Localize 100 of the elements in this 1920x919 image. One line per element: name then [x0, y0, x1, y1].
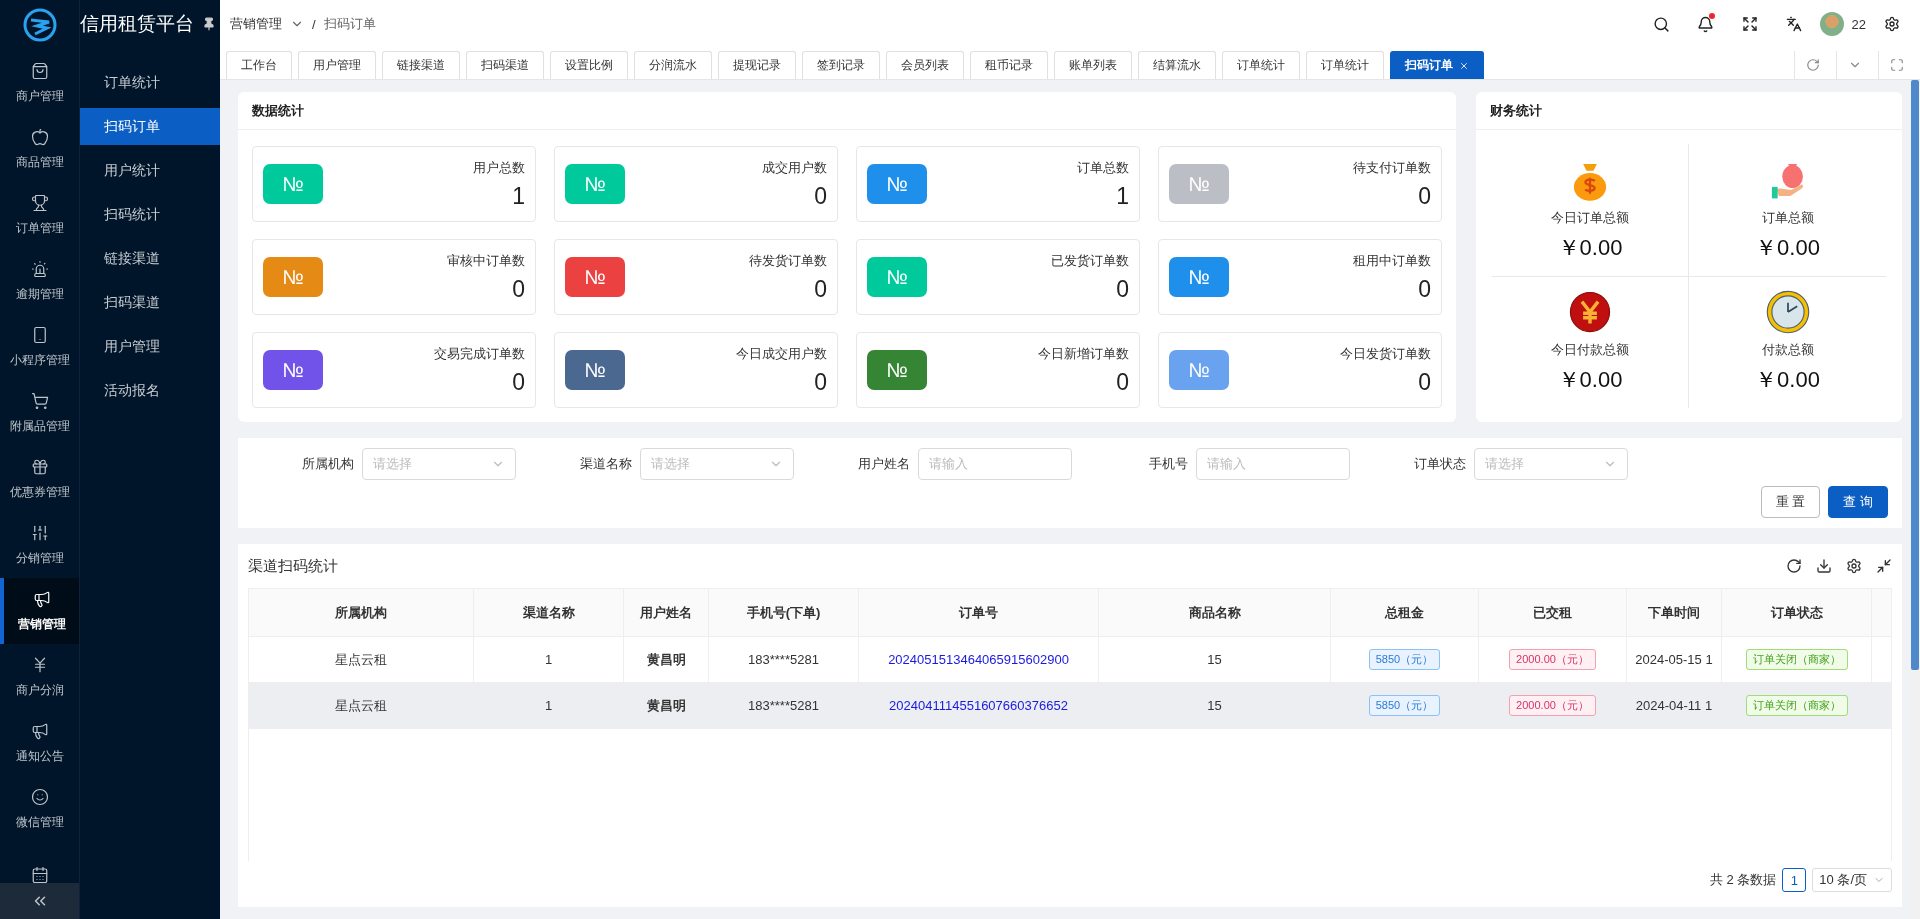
column-header: 总租金 [1331, 589, 1479, 636]
tab[interactable]: 会员列表 [886, 51, 964, 79]
table-row[interactable]: 星点云租 1 黄昌明 183****5281 2024051513464065915602900 15 5850（元） 2000.00（元） 2024-05-15 1 订单关闭（商家） [249, 637, 1891, 683]
tab[interactable]: 租币记录 [970, 51, 1048, 79]
nav-label: 营销管理 [17, 615, 66, 633]
fullscreen-icon[interactable] [1741, 16, 1758, 32]
nav-label: 微信管理 [15, 813, 64, 831]
nav-label: 分销管理 [15, 549, 64, 567]
submenu-item[interactable]: 用户统计 [80, 152, 220, 189]
submenu-item[interactable]: 用户管理 [80, 328, 220, 365]
nav-label: 订单管理 [15, 219, 64, 237]
table-cell: 2024-05-15 1 [1635, 652, 1713, 667]
nav-item[interactable]: 分销管理 [0, 512, 79, 578]
stat-value: 0 [1116, 275, 1129, 303]
submenu-item[interactable]: 扫码订单 [80, 108, 220, 145]
table-cell: 黄昌明 [646, 696, 686, 715]
menu-icon [30, 127, 49, 146]
tab[interactable]: 订单统计 [1306, 51, 1384, 79]
table-cell: 15 [1207, 652, 1222, 667]
maximize-icon[interactable] [1889, 58, 1904, 72]
fullscreen-icon[interactable] [1876, 558, 1892, 574]
pin-icon[interactable] [202, 17, 216, 31]
nav-label: 商户分润 [15, 681, 64, 699]
page-button[interactable]: 1 [1782, 868, 1807, 892]
stat-value: 0 [1116, 368, 1129, 396]
menu-icon [30, 61, 49, 80]
tab[interactable]: 扫码渠道 [466, 51, 544, 79]
submenu-item[interactable]: 订单统计 [80, 64, 220, 101]
filter-label: 用户姓名 [858, 455, 910, 473]
nav-label: 小程序管理 [9, 351, 70, 369]
search-button[interactable]: 查 询 [1828, 486, 1888, 518]
bell-icon[interactable] [1697, 15, 1715, 33]
status-tag: 2000.00（元） [1509, 695, 1596, 716]
tab[interactable]: 结算流水 [1138, 51, 1216, 79]
nav-item[interactable]: 附属品管理 [0, 380, 79, 446]
menu-icon [30, 787, 49, 806]
logo-icon [22, 8, 57, 42]
tab[interactable]: 订单统计 [1222, 51, 1300, 79]
breadcrumb-item[interactable]: 扫码订单 [323, 15, 376, 33]
stat-badge: № [263, 164, 323, 204]
settings-icon[interactable] [1884, 16, 1900, 32]
translate-icon[interactable] [1785, 16, 1802, 32]
status-tag: 5850（元） [1368, 695, 1441, 716]
table-row[interactable]: 星点云租 1 黄昌明 183****5281 2024041114551607660376652 15 5850（元） 2000.00（元） 2024-04-11 1 订单关闭（商家） [249, 683, 1891, 729]
stat-label: 今日新增订单数 [1038, 344, 1129, 363]
settings-icon[interactable] [1846, 558, 1862, 574]
menu-icon [30, 457, 49, 476]
stat-value: 0 [1418, 182, 1431, 210]
breadcrumb-separator: / [312, 16, 316, 32]
table-cell: 黄昌明 [646, 650, 686, 669]
table-cell: 星点云租 [335, 650, 387, 669]
nav-item[interactable]: 微信管理 [0, 776, 79, 842]
order-link[interactable]: 2024041114551607660376652 [889, 698, 1068, 713]
scrollbar-thumb[interactable] [1911, 80, 1919, 670]
nav-item[interactable]: 营销管理 [0, 578, 79, 644]
nav-item[interactable]: 订单管理 [0, 182, 79, 248]
table-cell: 15 [1207, 698, 1222, 713]
nav-item[interactable]: 商户分润 [0, 644, 79, 710]
submenu-item[interactable]: 扫码渠道 [80, 284, 220, 321]
tab[interactable]: 分润流水 [634, 51, 712, 79]
order-link[interactable]: 2024051513464065915602900 [888, 652, 1069, 667]
filter-label: 所属机构 [302, 455, 354, 473]
submenu-item[interactable]: 扫码统计 [80, 196, 220, 233]
stat-value: 0 [814, 182, 827, 210]
nav-item[interactable]: 通知公告 [0, 710, 79, 776]
density-icon[interactable] [1816, 558, 1832, 574]
total-count: 共 2 条数据 [1709, 871, 1777, 889]
nav-item[interactable]: 逾期管理 [0, 248, 79, 314]
stat-label: 待发货订单数 [749, 251, 827, 270]
refresh-icon[interactable] [1786, 558, 1802, 574]
table-title: 渠道扫码统计 [248, 556, 339, 576]
tab[interactable]: 账单列表 [1054, 51, 1132, 79]
nav-label: 商品管理 [15, 153, 64, 171]
nav-item[interactable]: 小程序管理 [0, 314, 79, 380]
page-size-select[interactable]: 10 条/页 [1812, 868, 1892, 892]
tab[interactable]: 扫码订单 [1390, 51, 1484, 79]
stat-label: 用户总数 [473, 158, 525, 177]
nav-item[interactable]: 优惠券管理 [0, 446, 79, 512]
stat-badge: № [867, 350, 927, 390]
stat-badge: № [565, 164, 625, 204]
stat-badge: № [1169, 257, 1229, 297]
tab[interactable]: 提现记录 [718, 51, 796, 79]
filter-label: 订单状态 [1414, 455, 1466, 473]
tab[interactable]: 用户管理 [298, 51, 376, 79]
tab[interactable]: 工作台 [226, 51, 292, 79]
tab[interactable]: 签到记录 [802, 51, 880, 79]
tab[interactable]: 设置比例 [550, 51, 628, 79]
nav-item[interactable]: 商户管理 [0, 50, 79, 116]
nav-item[interactable]: 商品管理 [0, 116, 79, 182]
table-cell: 星点云租 [335, 696, 387, 715]
search-icon[interactable] [1653, 15, 1671, 33]
submenu-item[interactable]: 链接渠道 [80, 240, 220, 277]
finance-amount: ￥0.00 [1755, 233, 1820, 262]
tab[interactable]: 链接渠道 [382, 51, 460, 79]
reset-button[interactable]: 重 置 [1760, 486, 1821, 518]
app-title: 信用租赁平台 [80, 12, 194, 36]
close-icon[interactable] [1459, 60, 1469, 71]
breadcrumb-item[interactable]: 营销管理 [230, 15, 282, 33]
table-cell: 2024-04-11 1 [1635, 698, 1713, 713]
submenu-item[interactable]: 活动报名 [80, 372, 220, 409]
